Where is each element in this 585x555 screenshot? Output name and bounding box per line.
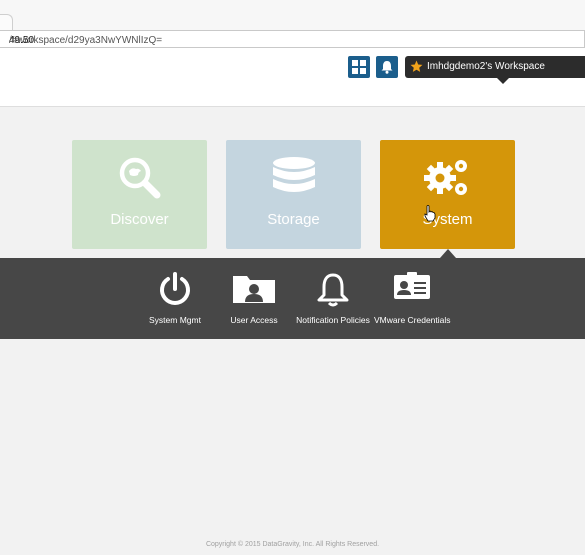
active-tile-pointer: [440, 249, 456, 258]
submenu-system-mgmt[interactable]: System Mgmt: [140, 258, 210, 339]
address-bar[interactable]: 49.50/#workspace/d29ya3NwYWNlIzQ=: [0, 30, 585, 48]
gears-icon: [423, 160, 467, 195]
tile-system[interactable]: System: [380, 140, 515, 258]
submenu-notification-policies-label: Notification Policies: [296, 315, 370, 325]
search-icon: [119, 157, 160, 199]
footer-copyright: Copyright © 2015 DataGravity, Inc. All R…: [205, 541, 380, 548]
app-header: Imhdgdemo2's Workspace: [0, 48, 585, 107]
grid-icon: [352, 60, 366, 74]
bell-icon: [381, 61, 393, 74]
dashboard-button[interactable]: [348, 56, 370, 78]
submenu-system-mgmt-label: System Mgmt: [149, 315, 201, 325]
submenu-notification-policies[interactable]: Notification Policies: [296, 258, 370, 339]
submenu-vmware-credentials-label: VMware Credentials: [374, 315, 451, 325]
tile-discover[interactable]: Discover: [72, 140, 207, 249]
power-icon: [160, 272, 190, 305]
id-card-icon: [394, 272, 430, 299]
tile-storage-label: Storage: [267, 211, 320, 228]
notifications-button[interactable]: [376, 56, 398, 78]
bell-icon: [317, 273, 349, 307]
submenu-vmware-credentials[interactable]: VMware Credentials: [374, 258, 451, 339]
tile-discover-label: Discover: [110, 211, 169, 228]
tile-storage[interactable]: Storage: [226, 140, 361, 249]
hand-cursor-icon: [424, 205, 436, 222]
url-path: /#workspace/d29ya3NwYWNlIzQ=: [9, 35, 163, 46]
tile-system-label: System: [422, 211, 473, 228]
database-icon: [272, 157, 315, 192]
user-folder-icon: [233, 276, 275, 303]
browser-tab-strip: [0, 0, 585, 31]
system-submenu: System Mgmt User Access Notification Pol…: [0, 258, 585, 339]
workspace-label: Imhdgdemo2's Workspace: [427, 61, 545, 72]
workspace-caret: [497, 78, 509, 84]
submenu-user-access-label: User Access: [230, 315, 278, 325]
browser-tab[interactable]: [0, 14, 13, 31]
submenu-user-access[interactable]: User Access: [218, 258, 290, 339]
star-icon: [410, 60, 423, 72]
workspace-selector[interactable]: Imhdgdemo2's Workspace: [405, 56, 585, 84]
